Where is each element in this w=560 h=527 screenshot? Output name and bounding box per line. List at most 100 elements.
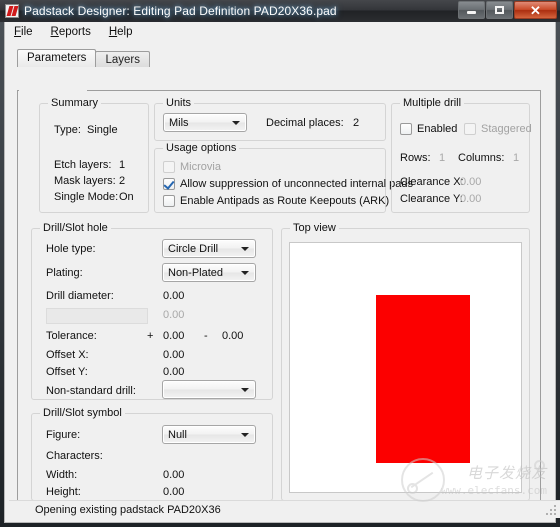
- decimal-places-label: Decimal places:: [266, 117, 344, 129]
- summary-mask-value: 2: [119, 175, 126, 187]
- summary-legend: Summary: [48, 97, 102, 109]
- tolerance-plus-sign: +: [147, 330, 154, 342]
- checkbox-box: [464, 123, 476, 135]
- enable-antipads-label: Enable Antipads as Route Keepouts (ARK): [180, 195, 390, 207]
- columns-label: Columns:: [458, 152, 505, 164]
- checkbox-box: [163, 178, 175, 190]
- close-button[interactable]: ✕: [514, 1, 557, 19]
- drill-slot-symbol-legend: Drill/Slot symbol: [40, 407, 125, 419]
- menu-file[interactable]: File: [14, 26, 33, 38]
- plating-label: Plating:: [46, 267, 83, 279]
- clearance-x-label: Clearance X:: [400, 176, 464, 188]
- chevron-down-icon: [241, 246, 249, 251]
- checkbox-box: [163, 161, 175, 173]
- units-group: Units Mils Decimal places: 2: [154, 97, 386, 141]
- tolerance-minus-sign: -: [204, 330, 208, 342]
- drill-diameter-label: Drill diameter:: [46, 290, 114, 302]
- client-area: File Reports Help Parameters Layers Summ…: [4, 22, 560, 523]
- app-icon: [5, 4, 19, 18]
- tolerance-plus-value: 0.00: [163, 330, 185, 342]
- top-view-group: Top view: [281, 222, 530, 501]
- figure-label: Figure:: [46, 429, 81, 441]
- tolerance-label: Tolerance:: [46, 330, 97, 342]
- parameters-panel: Summary Type: Single Etch layers: 1 Mask…: [17, 90, 541, 505]
- multiple-drill-staggered-label: Staggered: [481, 123, 532, 135]
- clearance-x-value: 0.00: [460, 176, 482, 188]
- drill-diameter-value: 0.00: [163, 290, 185, 302]
- plating-value: Non-Plated: [168, 266, 224, 279]
- summary-etch-label: Etch layers:: [54, 159, 112, 171]
- clearance-y-label: Clearance Y:: [400, 193, 463, 205]
- drill-slot-hole-legend: Drill/Slot hole: [40, 222, 111, 234]
- plating-select[interactable]: Non-Plated: [162, 263, 256, 282]
- window-controls: ✕: [457, 1, 557, 19]
- summary-single-mode-value: On: [119, 191, 134, 203]
- summary-etch-value: 1: [119, 159, 126, 171]
- maximize-button[interactable]: [486, 1, 513, 19]
- offset-y-label: Offset Y:: [46, 366, 88, 378]
- enable-antipads-checkbox[interactable]: Enable Antipads as Route Keepouts (ARK): [163, 195, 389, 207]
- rows-label: Rows:: [400, 152, 431, 164]
- secondary-dimension-field[interactable]: [46, 308, 148, 324]
- non-standard-drill-label: Non-standard drill:: [46, 385, 136, 397]
- multiple-drill-group: Multiple drill Enabled Staggered Rows: 1…: [391, 97, 532, 213]
- symbol-height-value: 0.00: [163, 486, 185, 498]
- tolerance-minus-value: 0.00: [222, 330, 244, 342]
- chevron-down-icon: [241, 270, 249, 275]
- hole-type-select[interactable]: Circle Drill: [162, 239, 256, 258]
- usage-options-group: Usage options Microvia Allow suppression…: [154, 142, 413, 213]
- microvia-label: Microvia: [180, 161, 221, 173]
- chevron-down-icon: [241, 387, 249, 392]
- top-view-legend: Top view: [290, 222, 339, 234]
- multiple-drill-staggered-checkbox[interactable]: Staggered: [464, 123, 532, 135]
- usage-options-legend: Usage options: [163, 142, 240, 154]
- resize-grip[interactable]: [545, 504, 557, 516]
- minimize-icon: [467, 11, 476, 14]
- window-title: Padstack Designer: Editing Pad Definitio…: [24, 4, 337, 18]
- checkbox-box: [163, 195, 175, 207]
- maximize-icon: [495, 6, 504, 14]
- columns-value: 1: [513, 152, 520, 164]
- units-select-value: Mils: [169, 116, 189, 129]
- figure-select[interactable]: Null: [162, 425, 256, 444]
- units-legend: Units: [163, 97, 195, 109]
- tab-strip: Parameters Layers: [17, 49, 555, 67]
- units-select[interactable]: Mils: [163, 113, 247, 132]
- tab-parameters[interactable]: Parameters: [17, 49, 97, 67]
- allow-suppression-label: Allow suppression of unconnected interna…: [180, 178, 413, 190]
- summary-type-label: Type:: [54, 124, 81, 136]
- title-bar: Padstack Designer: Editing Pad Definitio…: [0, 0, 560, 22]
- menu-help[interactable]: Help: [109, 26, 133, 38]
- secondary-dimension-value: 0.00: [163, 309, 185, 321]
- microvia-checkbox[interactable]: Microvia: [163, 161, 221, 173]
- menu-reports[interactable]: Reports: [51, 26, 91, 38]
- characters-label: Characters:: [46, 450, 103, 462]
- summary-mask-label: Mask layers:: [54, 175, 116, 187]
- tab-layers[interactable]: Layers: [95, 51, 150, 67]
- drill-slot-symbol-group: Drill/Slot symbol Figure: Null Character…: [31, 407, 273, 501]
- offset-y-value: 0.00: [163, 366, 185, 378]
- top-view-canvas[interactable]: [289, 242, 522, 493]
- allow-suppression-checkbox[interactable]: Allow suppression of unconnected interna…: [163, 178, 413, 190]
- chevron-down-icon: [241, 432, 249, 437]
- checkbox-box: [400, 123, 412, 135]
- figure-value: Null: [168, 428, 187, 441]
- multiple-drill-enabled-checkbox[interactable]: Enabled: [400, 123, 457, 135]
- summary-type-value: Single: [87, 124, 118, 136]
- decimal-places-value: 2: [353, 117, 360, 129]
- chevron-down-icon: [232, 120, 240, 125]
- status-message: Opening existing padstack PAD20X36: [35, 503, 221, 516]
- close-icon: ✕: [530, 2, 541, 18]
- minimize-button[interactable]: [458, 1, 485, 19]
- summary-single-mode-label: Single Mode:: [54, 191, 119, 203]
- hole-type-label: Hole type:: [46, 243, 96, 255]
- non-standard-drill-select[interactable]: [162, 380, 256, 399]
- symbol-width-value: 0.00: [163, 469, 185, 481]
- check-icon: [163, 178, 175, 190]
- clearance-y-value: 0.00: [460, 193, 482, 205]
- offset-x-label: Offset X:: [46, 349, 89, 361]
- multiple-drill-enabled-label: Enabled: [417, 123, 458, 135]
- pad-shape: [376, 295, 470, 463]
- multiple-drill-legend: Multiple drill: [400, 97, 465, 109]
- summary-group: Summary Type: Single Etch layers: 1 Mask…: [39, 97, 149, 213]
